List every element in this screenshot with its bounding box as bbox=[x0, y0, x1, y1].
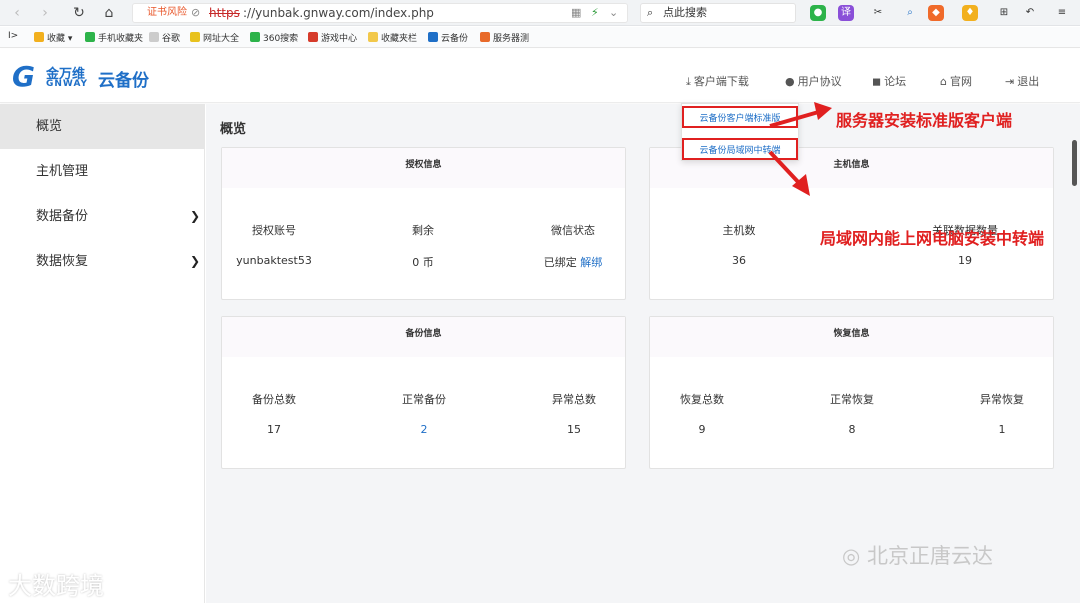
bookmark-item[interactable]: 服务器测 bbox=[480, 31, 529, 44]
page-icon bbox=[149, 32, 159, 42]
wechat-icon: ◎ bbox=[842, 544, 867, 568]
browser-toolbar: ‹ › ↻ ⌂ 证书风险 ⊘ https ://yunbak.gnway.com… bbox=[0, 0, 1080, 26]
product-name: 云备份 bbox=[98, 71, 149, 91]
restore-card: 恢复信息 恢复总数 9 正常恢复 8 异常恢复 1 bbox=[649, 316, 1054, 469]
nav-official-site[interactable]: ⌂ 官网 bbox=[940, 73, 972, 89]
sidebar: 概览 主机管理 数据备份 ❯ 数据恢复 ❯ bbox=[0, 104, 205, 603]
url-text: ://yunbak.gnway.com/index.php bbox=[243, 6, 434, 20]
bookmark-item[interactable]: 云备份 bbox=[428, 31, 468, 44]
bookmark-item[interactable]: 收藏 ▾ bbox=[34, 31, 72, 44]
undo-icon[interactable]: ↶ bbox=[1022, 5, 1038, 21]
card-title: 备份信息 bbox=[222, 317, 625, 357]
chevron-down-icon[interactable]: ⌄ bbox=[609, 4, 618, 22]
gitlab-icon bbox=[480, 32, 490, 42]
watermark-brand: 大数跨境 bbox=[8, 572, 104, 600]
nav-forum[interactable]: ◼ 论坛 bbox=[872, 73, 906, 89]
home-icon[interactable]: ⌂ bbox=[100, 4, 118, 22]
sidebar-item-backup[interactable]: 数据备份 ❯ bbox=[0, 194, 204, 239]
stat-restore-total: 恢复总数 9 bbox=[680, 393, 724, 436]
annotation-lan: 局域网内能上网电脑安装中转端 bbox=[820, 229, 1045, 248]
game-icon[interactable]: ◆ bbox=[928, 5, 944, 21]
gnway-icon bbox=[428, 32, 438, 42]
chevron-down-icon: ❯ bbox=[189, 254, 200, 268]
reload-icon[interactable]: ↻ bbox=[70, 4, 88, 22]
search-input[interactable]: ⌕ 点此搜索 bbox=[640, 3, 796, 23]
bookmark-item[interactable]: 网址大全 bbox=[190, 31, 239, 44]
user-icon: ● bbox=[785, 75, 795, 88]
scissors-icon[interactable]: ✂ bbox=[870, 5, 886, 21]
stat-backup-ok: 正常备份 2 bbox=[402, 393, 446, 436]
url-scheme: https bbox=[209, 6, 240, 20]
download-icon: ⤓ bbox=[686, 75, 691, 88]
magnifier-icon[interactable]: ⌕ bbox=[902, 5, 918, 21]
card-title: 恢复信息 bbox=[650, 317, 1053, 357]
nav-logout[interactable]: ⇥ 退出 bbox=[1005, 73, 1039, 89]
download-standard-client[interactable]: 云备份客户端标准版 bbox=[682, 106, 798, 128]
translate-icon[interactable]: 译 bbox=[838, 5, 854, 21]
stat-backup-total: 备份总数 17 bbox=[252, 393, 296, 436]
bookmark-item[interactable]: 谷歌 bbox=[149, 31, 180, 44]
bookmarks-bar: I> 收藏 ▾ 手机收藏夹 谷歌 网址大全 360搜索 游戏中心 收藏夹栏 云备… bbox=[0, 27, 1080, 48]
star-icon bbox=[34, 32, 44, 42]
sidebar-item-overview[interactable]: 概览 bbox=[0, 104, 204, 149]
scrollbar[interactable] bbox=[1072, 140, 1077, 186]
search-icon: ⌕ bbox=[647, 6, 654, 19]
search-placeholder: 点此搜索 bbox=[663, 6, 707, 19]
brand-en: GNWAY bbox=[46, 79, 89, 89]
chevron-down-icon: ❯ bbox=[189, 209, 200, 223]
page-title: 概览 bbox=[220, 122, 247, 137]
card-title: 授权信息 bbox=[222, 148, 625, 188]
sidebar-item-hosts[interactable]: 主机管理 bbox=[0, 149, 204, 194]
stat-account: 授权账号 yunbaktest53 bbox=[236, 224, 312, 267]
ext-green-icon[interactable]: ● bbox=[810, 5, 826, 21]
host-card: 主机信息 主机数 36 关联数据数量 19 bbox=[649, 147, 1054, 300]
game-center-icon bbox=[308, 32, 318, 42]
cert-icon: ⊘ bbox=[191, 6, 201, 19]
forward-icon[interactable]: › bbox=[36, 4, 54, 22]
bookmark-item[interactable]: 360搜索 bbox=[250, 31, 298, 44]
unbind-link[interactable]: 解绑 bbox=[580, 256, 602, 269]
cert-warning[interactable]: 证书风险 bbox=[147, 4, 187, 22]
gnway-logo: G bbox=[12, 60, 35, 93]
home-icon: ⌂ bbox=[940, 75, 947, 88]
bookmark-item[interactable]: 收藏夹栏 bbox=[368, 31, 417, 44]
grid-icon[interactable]: ▦ bbox=[571, 4, 581, 22]
nav-download[interactable]: ⤓ 客户端下载 bbox=[686, 73, 749, 89]
bookmark-item[interactable]: 游戏中心 bbox=[308, 31, 357, 44]
shield-icon[interactable]: ♦ bbox=[962, 5, 978, 21]
annotation-server: 服务器安装标准版客户端 bbox=[836, 111, 1013, 130]
app-header: G 金万维 GNWAY 云备份 ⤓ 客户端下载 ● 用户协议 ◼ 论坛 ⌂ 官网 ⇥ 退出 bbox=[0, 49, 1080, 103]
sidebar-toggle-icon[interactable]: I> bbox=[8, 31, 18, 41]
bookmark-item[interactable]: 手机收藏夹 bbox=[85, 31, 143, 44]
auth-card: 授权信息 授权账号 yunbaktest53 剩余 0 币 微信状态 已绑定 解绑 bbox=[221, 147, 626, 300]
phone-icon bbox=[85, 32, 95, 42]
globe-icon bbox=[190, 32, 200, 42]
apps-icon[interactable]: ⊞ bbox=[996, 5, 1012, 21]
bolt-icon[interactable]: ⚡ bbox=[591, 4, 599, 22]
stat-restore-ok: 正常恢复 8 bbox=[830, 393, 874, 436]
menu-icon[interactable]: ≡ bbox=[1054, 5, 1070, 21]
download-lan-relay[interactable]: 云备份局域网中转端 bbox=[682, 138, 798, 160]
watermark-wechat: ◎ 北京正唐云达 bbox=[842, 544, 993, 568]
chat-icon: ◼ bbox=[872, 75, 882, 88]
sidebar-item-restore[interactable]: 数据恢复 ❯ bbox=[0, 239, 204, 284]
stat-balance: 剩余 0 币 bbox=[412, 224, 434, 269]
download-dropdown: 云备份客户端标准版 云备份局域网中转端 bbox=[681, 103, 799, 161]
so-icon bbox=[250, 32, 260, 42]
folder-icon bbox=[368, 32, 378, 42]
nav-agreement[interactable]: ● 用户协议 bbox=[785, 73, 842, 89]
stat-host-count: 主机数 36 bbox=[722, 224, 756, 267]
stat-backup-error: 异常总数 15 bbox=[552, 393, 596, 436]
address-bar[interactable]: 证书风险 ⊘ https ://yunbak.gnway.com/index.p… bbox=[132, 3, 628, 23]
back-icon[interactable]: ‹ bbox=[8, 4, 26, 22]
stat-restore-error: 异常恢复 1 bbox=[980, 393, 1024, 436]
logout-icon: ⇥ bbox=[1005, 75, 1015, 88]
backup-card: 备份信息 备份总数 17 正常备份 2 异常总数 15 bbox=[221, 316, 626, 469]
stat-wechat: 微信状态 已绑定 解绑 bbox=[543, 224, 603, 269]
